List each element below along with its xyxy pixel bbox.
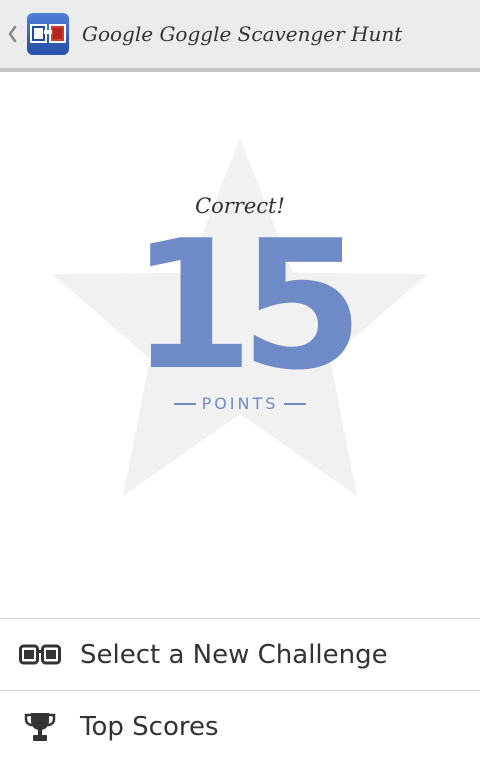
app-title: Google Goggle Scavenger Hunt: [82, 22, 403, 46]
chevron-left-icon: [4, 22, 20, 46]
menu-item-label: Top Scores: [80, 711, 219, 742]
action-bar: Google Goggle Scavenger Hunt: [0, 0, 480, 72]
score-panel: Correct! 15 POINTS: [0, 76, 480, 618]
points-value: 15: [130, 202, 364, 409]
top-scores-button[interactable]: Top Scores: [0, 690, 480, 762]
goggles-icon: [18, 639, 62, 671]
menu-item-label: Select a New Challenge: [80, 639, 388, 670]
select-new-challenge-button[interactable]: Select a New Challenge: [0, 618, 480, 690]
up-navigation-button[interactable]: [0, 0, 70, 70]
trophy-icon: [18, 711, 62, 743]
action-menu: Select a New Challenge Top Scores: [0, 618, 480, 762]
screen: Google Goggle Scavenger Hunt Correct! 15…: [0, 0, 480, 762]
points-unit-label: POINTS: [201, 394, 279, 413]
goggles-app-icon: [26, 12, 70, 56]
points-label-row: POINTS: [0, 394, 480, 413]
divider-rule: [284, 402, 307, 405]
divider-rule: [173, 402, 196, 405]
